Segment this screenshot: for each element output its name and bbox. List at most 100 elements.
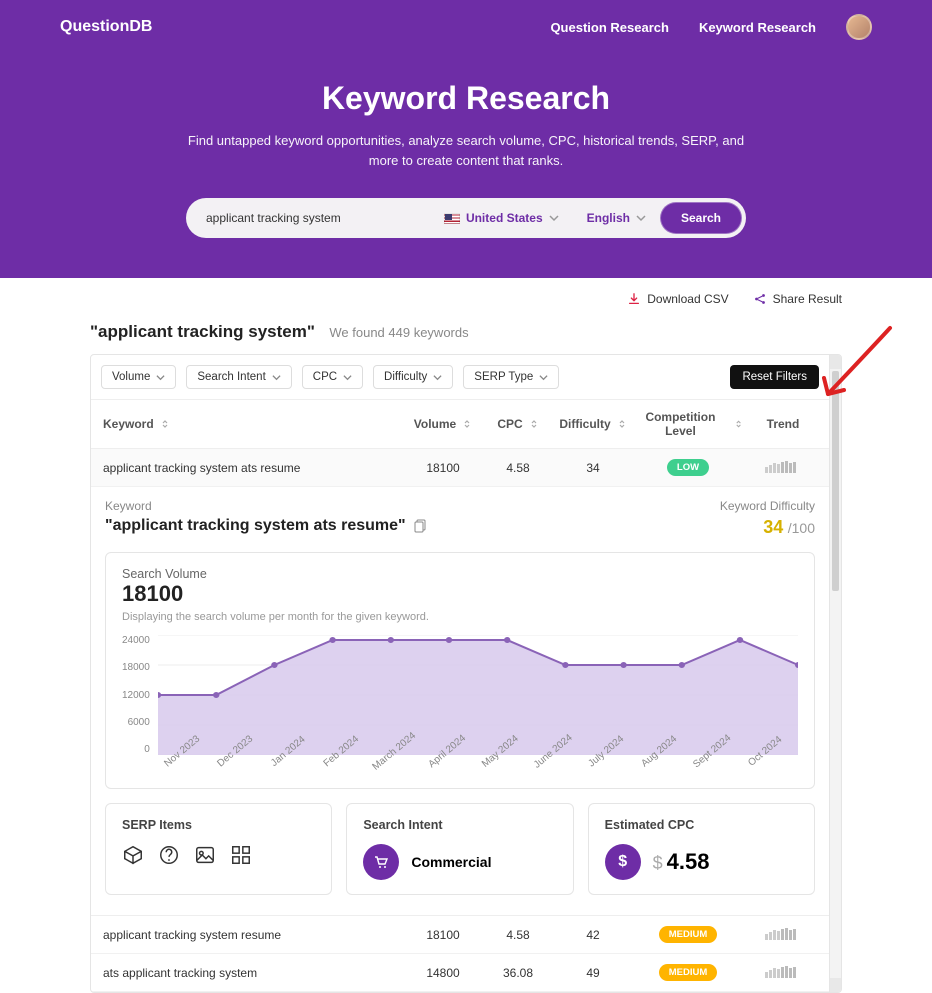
search-input[interactable] [206,211,430,225]
scrollbar[interactable] [829,355,841,992]
trend-sparkline-icon [765,926,801,940]
search-intent-card: Search IntentCommercial [346,803,573,895]
results-query: "applicant tracking system" [90,322,315,341]
chart-y-axis: 24000180001200060000 [122,635,158,755]
question-icon [158,844,180,866]
cell-keyword: applicant tracking system resume [103,928,403,942]
sort-icon [617,419,627,429]
col-trend: Trend [743,417,823,431]
nav-keyword-research[interactable]: Keyword Research [699,20,816,35]
cell-trend [743,459,823,476]
intent-value: Commercial [411,854,491,870]
table-row[interactable]: applicant tracking system ats resume1810… [91,449,829,487]
serp-items-card: SERP Items [105,803,332,895]
scroll-up-icon[interactable] [830,355,841,369]
dollar-icon: $ [605,844,641,880]
avatar[interactable] [846,14,872,40]
sv-desc: Displaying the search volume per month f… [122,611,798,623]
scroll-down-icon[interactable] [830,978,841,992]
cell-cpc: 36.08 [483,966,553,980]
chart-x-axis: Nov 2023Dec 2023Jan 2024Feb 2024March 20… [162,763,798,774]
share-icon [753,292,767,306]
sv-value: 18100 [122,581,798,607]
trend-sparkline-icon [765,964,801,978]
cart-icon [363,844,399,880]
trend-sparkline-icon [765,459,801,473]
flag-icon [444,213,460,224]
cell-cpc: 4.58 [483,928,553,942]
results-count: We found 449 keywords [329,325,468,340]
box-icon [122,844,144,866]
cell-volume: 18100 [403,461,483,475]
search-button[interactable]: Search [660,202,742,234]
top-nav: QuestionDB Question Research Keyword Res… [0,0,932,40]
share-label: Share Result [773,292,842,306]
cpc-value: $4.58 [653,849,710,875]
country-select[interactable]: United States [430,211,573,225]
cell-difficulty: 49 [553,966,633,980]
language-label: English [587,211,630,225]
nav-question-research[interactable]: Question Research [550,20,669,35]
chevron-down-icon [539,373,548,382]
expanded-kw-label: Keyword [105,499,152,513]
col-keyword[interactable]: Keyword [103,417,403,431]
copy-icon[interactable] [414,519,428,533]
cell-volume: 18100 [403,928,483,942]
cell-keyword: ats applicant tracking system [103,966,403,980]
cell-difficulty: 42 [553,928,633,942]
expanded-detail: Keyword Keyword Difficulty "applicant trac… [91,487,829,916]
share-result-button[interactable]: Share Result [753,292,842,306]
results-panel: Volume Search Intent CPC Difficulty SERP… [90,354,842,993]
cell-difficulty: 34 [553,461,633,475]
chevron-down-icon [549,213,559,223]
filter-cpc[interactable]: CPC [302,365,363,389]
filter-volume[interactable]: Volume [101,365,176,389]
search-bar: United States English Search [186,198,746,238]
competition-badge: MEDIUM [659,964,718,981]
page-subtitle: Find untapped keyword opportunities, ana… [186,131,746,170]
cell-competition: MEDIUM [633,964,743,981]
expanded-kd-label: Keyword Difficulty [720,499,815,513]
cell-competition: MEDIUM [633,926,743,943]
col-difficulty[interactable]: Difficulty [553,417,633,431]
chevron-down-icon [433,373,442,382]
table-header: Keyword Volume CPC Difficulty Competitio… [91,400,829,449]
sort-icon [462,419,472,429]
col-volume[interactable]: Volume [403,417,483,431]
table-row[interactable]: ats applicant tracking system1480036.084… [91,954,829,992]
cell-competition: LOW [633,459,743,476]
filter-search-intent[interactable]: Search Intent [186,365,291,389]
col-cpc[interactable]: CPC [483,417,553,431]
estimated-cpc-card: Estimated CPC$$4.58 [588,803,815,895]
search-volume-card: Search Volume18100Displaying the search … [105,552,815,789]
chevron-down-icon [636,213,646,223]
competition-badge: MEDIUM [659,926,718,943]
chevron-down-icon [343,373,352,382]
sort-icon [734,419,743,429]
chevron-down-icon [156,373,165,382]
filter-bar: Volume Search Intent CPC Difficulty SERP… [91,355,829,400]
download-csv-button[interactable]: Download CSV [627,292,728,306]
reset-filters-button[interactable]: Reset Filters [730,365,819,389]
table-row[interactable]: applicant tracking system resume181004.5… [91,916,829,954]
col-competition[interactable]: Competition Level [633,410,743,438]
sort-icon [160,419,170,429]
sort-icon [529,419,539,429]
expanded-kw-value: "applicant tracking system ats resume" [105,517,428,535]
cell-cpc: 4.58 [483,461,553,475]
results-head: "applicant tracking system" We found 449… [0,312,932,354]
page-title: Keyword Research [0,80,932,117]
chevron-down-icon [272,373,281,382]
scroll-thumb[interactable] [832,371,839,591]
image-icon [194,844,216,866]
cell-volume: 14800 [403,966,483,980]
download-label: Download CSV [647,292,728,306]
hero: QuestionDB Question Research Keyword Res… [0,0,932,278]
competition-badge: LOW [667,459,709,476]
brand-logo[interactable]: QuestionDB [60,18,152,36]
filter-serp-type[interactable]: SERP Type [463,365,559,389]
cell-trend [743,926,823,943]
cell-trend [743,964,823,981]
language-select[interactable]: English [573,211,660,225]
filter-difficulty[interactable]: Difficulty [373,365,453,389]
